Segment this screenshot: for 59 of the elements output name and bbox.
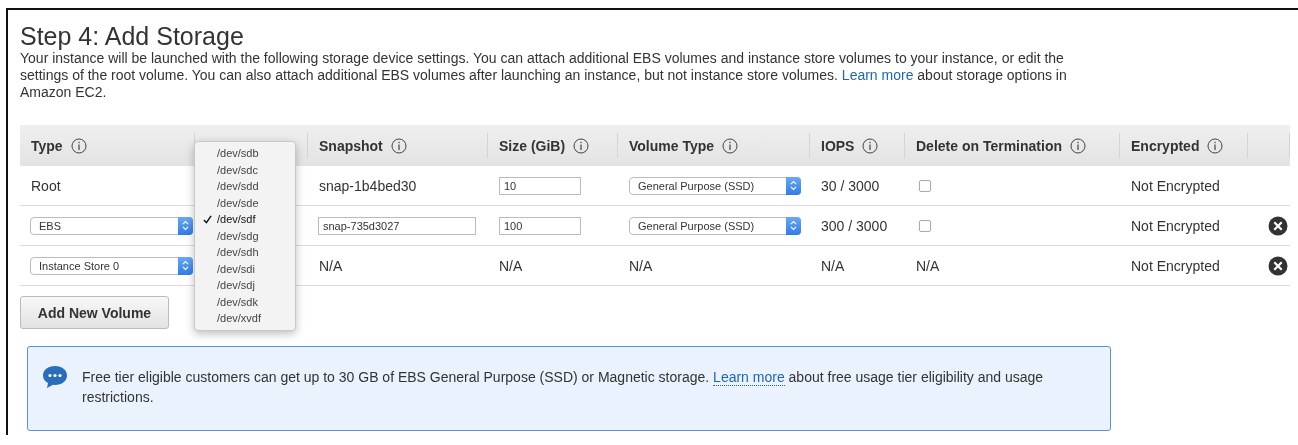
type-select[interactable]: Instance Store 0 — [30, 256, 193, 275]
menu-item[interactable]: /dev/sdj — [195, 277, 295, 294]
table-cell: Root — [31, 177, 61, 194]
size-field[interactable]: 10 — [499, 176, 581, 195]
menu-item[interactable]: /dev/sdc — [195, 161, 295, 178]
menu-item[interactable]: /dev/xvdf — [195, 310, 295, 327]
learn-more-link[interactable]: Learn more — [841, 67, 914, 83]
table-cell: snap-1b4bed30 — [319, 177, 417, 194]
up-down-arrows-icon — [790, 180, 797, 191]
remove-icon[interactable] — [1268, 215, 1288, 236]
table-cell: Not Encrypted — [1131, 257, 1220, 274]
snapshot-field[interactable]: snap-735d3027 — [318, 216, 476, 235]
table-cell: 300 / 3000 — [821, 217, 888, 234]
menu-item[interactable]: /dev/sdi — [195, 260, 295, 277]
description-text: Your instance will be launched with the following storage device settings. You can attach additional EBS volumes and instance store volumes to your instance, or edit the settings of the root volume. You can also attach additional EBS volumes after launching an instance, but not instance store volumes. Learn more about storage options in Amazon EC2. — [20, 50, 1068, 101]
table-cell: N/A — [916, 257, 940, 274]
up-down-arrows-icon — [182, 260, 189, 271]
size-field[interactable]: 100 — [499, 216, 581, 235]
menu-item[interactable]: /dev/sdg — [195, 227, 295, 244]
table-cell: N/A — [821, 257, 845, 274]
up-down-arrows-icon — [182, 220, 189, 231]
info-icon[interactable] — [390, 137, 407, 154]
checkbox[interactable] — [919, 219, 931, 232]
checkmark-icon — [203, 214, 212, 224]
table-cell: N/A — [629, 257, 653, 274]
menu-item[interactable]: /dev/sdf — [195, 211, 295, 228]
page-title: Step 4: Add Storage — [20, 22, 245, 50]
column-header: Snapshot — [308, 133, 488, 158]
menu-item[interactable]: /dev/sdd — [195, 178, 295, 195]
notice-text: Free tier eligible customers can get up to 30 GB of EBS General Purpose (SSD) or Magnetic storage. Learn more about free usage tier eligibility and usage restrictions. — [82, 368, 1045, 407]
volume-type-select[interactable]: General Purpose (SSD) — [629, 216, 801, 235]
info-icon[interactable] — [70, 137, 87, 154]
column-header: Encrypted — [1120, 133, 1248, 158]
chat-bubble-icon — [42, 365, 68, 389]
info-icon[interactable] — [1207, 137, 1224, 154]
menu-item[interactable]: /dev/sdh — [195, 244, 295, 261]
column-header: IOPS — [810, 133, 905, 158]
table-cell: 30 / 3000 — [821, 177, 880, 194]
table-cell: Not Encrypted — [1131, 177, 1220, 194]
menu-item[interactable]: /dev/sde — [195, 194, 295, 211]
menu-item[interactable]: /dev/sdb — [195, 145, 295, 162]
remove-icon[interactable] — [1268, 255, 1288, 276]
type-select[interactable]: EBS — [30, 216, 193, 235]
menu-item[interactable]: /dev/sdk — [195, 293, 295, 310]
checkbox[interactable] — [919, 179, 931, 192]
info-icon[interactable] — [1070, 137, 1086, 154]
learn-more-link[interactable]: Learn more — [713, 369, 785, 386]
column-header: Delete on Termination — [905, 133, 1120, 158]
column-header: Size (GiB) — [488, 133, 618, 158]
table-cell: N/A — [319, 257, 343, 274]
info-icon[interactable] — [573, 137, 590, 154]
volume-type-select[interactable]: General Purpose (SSD) — [629, 176, 801, 195]
table-cell: Not Encrypted — [1131, 217, 1220, 234]
info-icon[interactable] — [722, 137, 739, 154]
add-new-volume-button[interactable]: Add New Volume — [20, 296, 169, 329]
info-icon[interactable] — [862, 137, 879, 154]
up-down-arrows-icon — [790, 220, 797, 231]
column-header: Volume Type — [618, 133, 810, 158]
table-cell: N/A — [499, 257, 523, 274]
